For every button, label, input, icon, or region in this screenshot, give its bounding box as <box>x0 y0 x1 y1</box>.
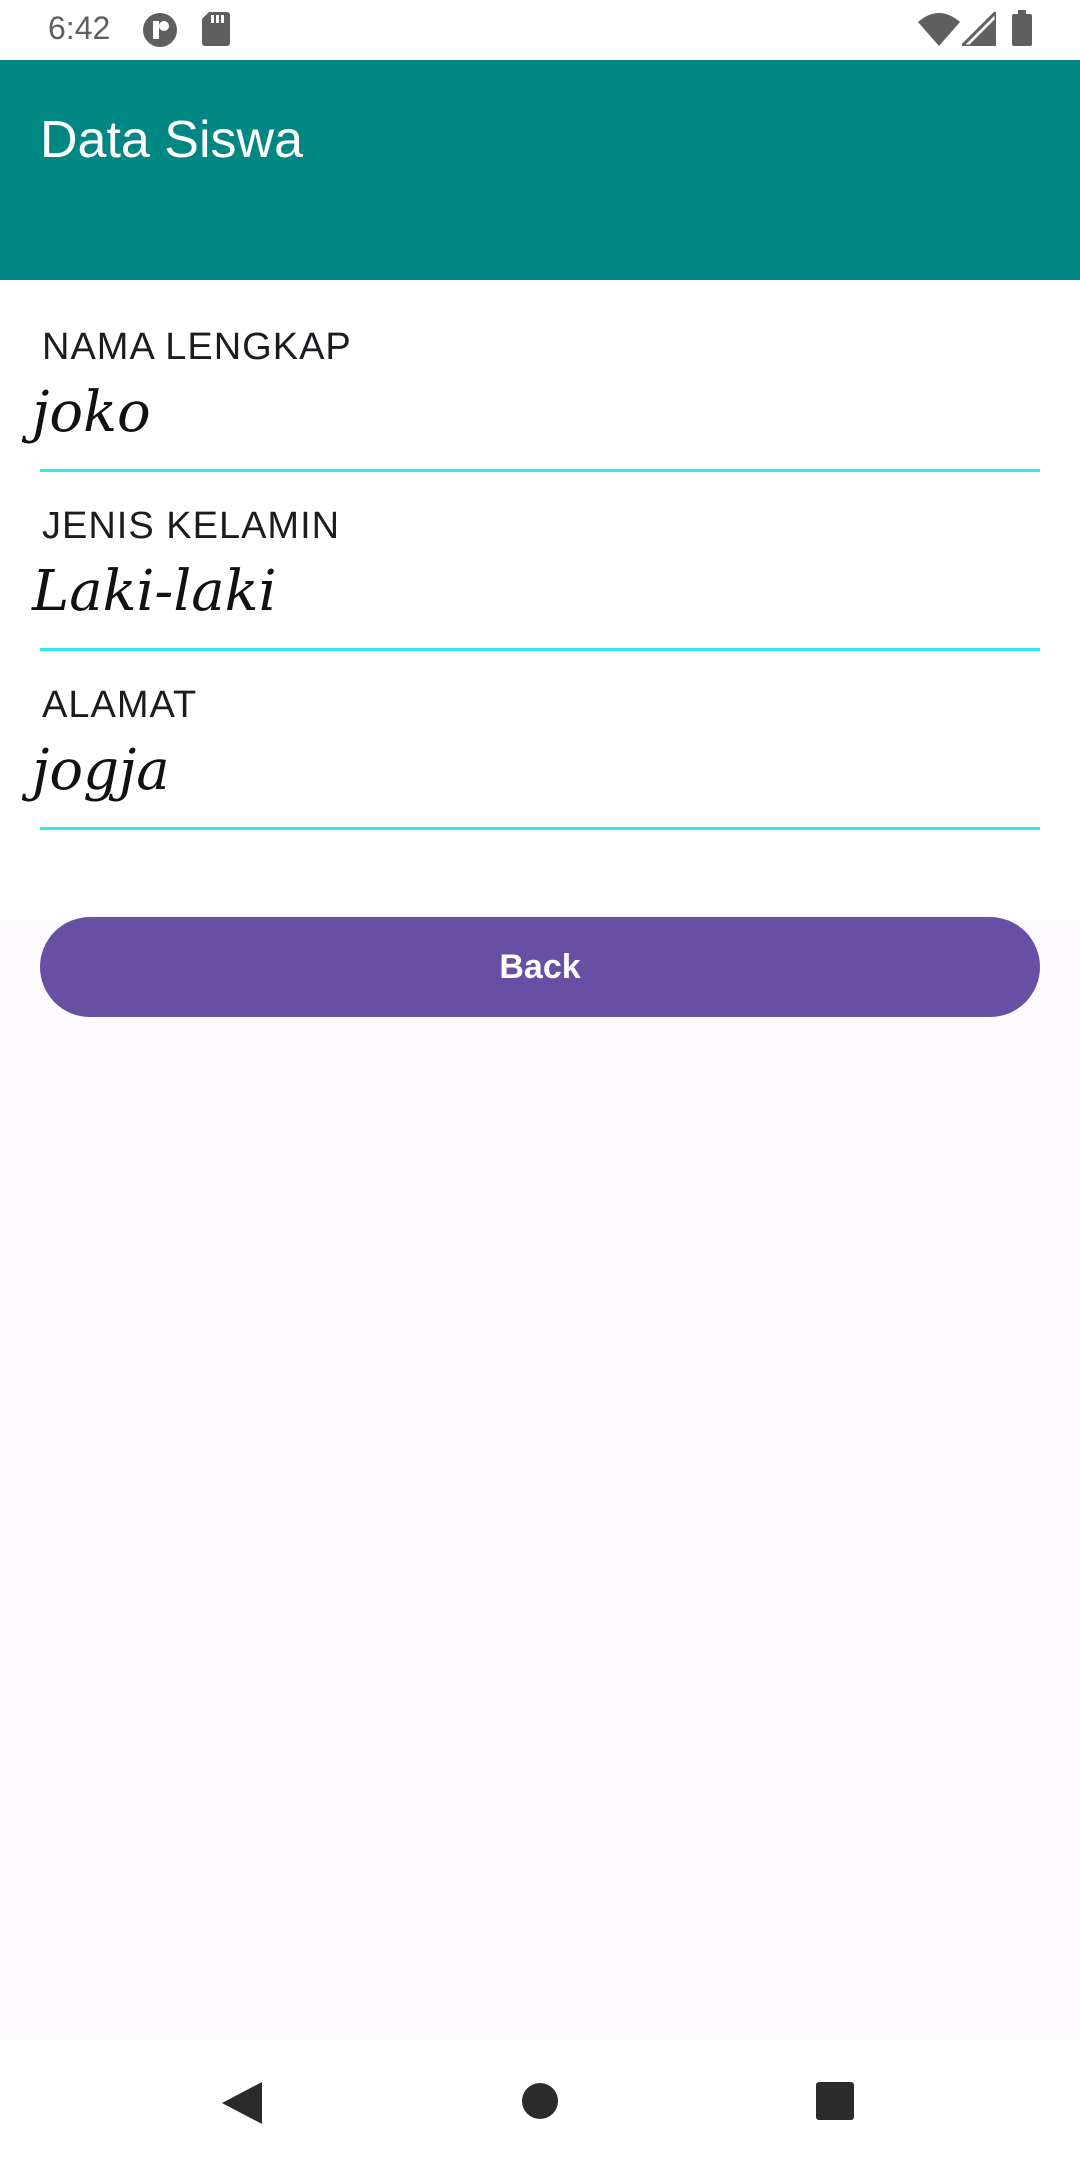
notification-app-icon <box>142 12 178 53</box>
sd-card-icon <box>202 12 230 51</box>
field-nama-lengkap: NAMA LENGKAP joko <box>32 280 1040 472</box>
field-label: NAMA LENGKAP <box>42 326 352 368</box>
status-time: 6:42 <box>48 10 111 46</box>
battery-icon <box>1012 10 1032 51</box>
recents-square-icon[interactable] <box>816 2082 854 2125</box>
signal-icon <box>958 8 998 51</box>
field-label: JENIS KELAMIN <box>42 505 341 547</box>
status-bar: 6:42 <box>0 0 1080 60</box>
wifi-icon <box>918 12 960 51</box>
back-button[interactable]: Back <box>40 917 1040 1017</box>
field-alamat: ALAMAT jogja <box>32 638 1040 830</box>
home-circle-icon[interactable] <box>522 2083 558 2124</box>
field-divider <box>40 827 1040 830</box>
field-value: Laki-laki <box>32 559 277 624</box>
field-jenis-kelamin: JENIS KELAMIN Laki-laki <box>32 459 1040 651</box>
field-value: jogja <box>32 738 170 803</box>
page-title: Data Siswa <box>40 111 303 169</box>
field-value: joko <box>32 380 151 445</box>
navigation-bar <box>0 2040 1080 2160</box>
back-triangle-icon[interactable] <box>222 2082 262 2129</box>
field-label: ALAMAT <box>42 684 198 726</box>
app-bar <box>0 60 1080 280</box>
